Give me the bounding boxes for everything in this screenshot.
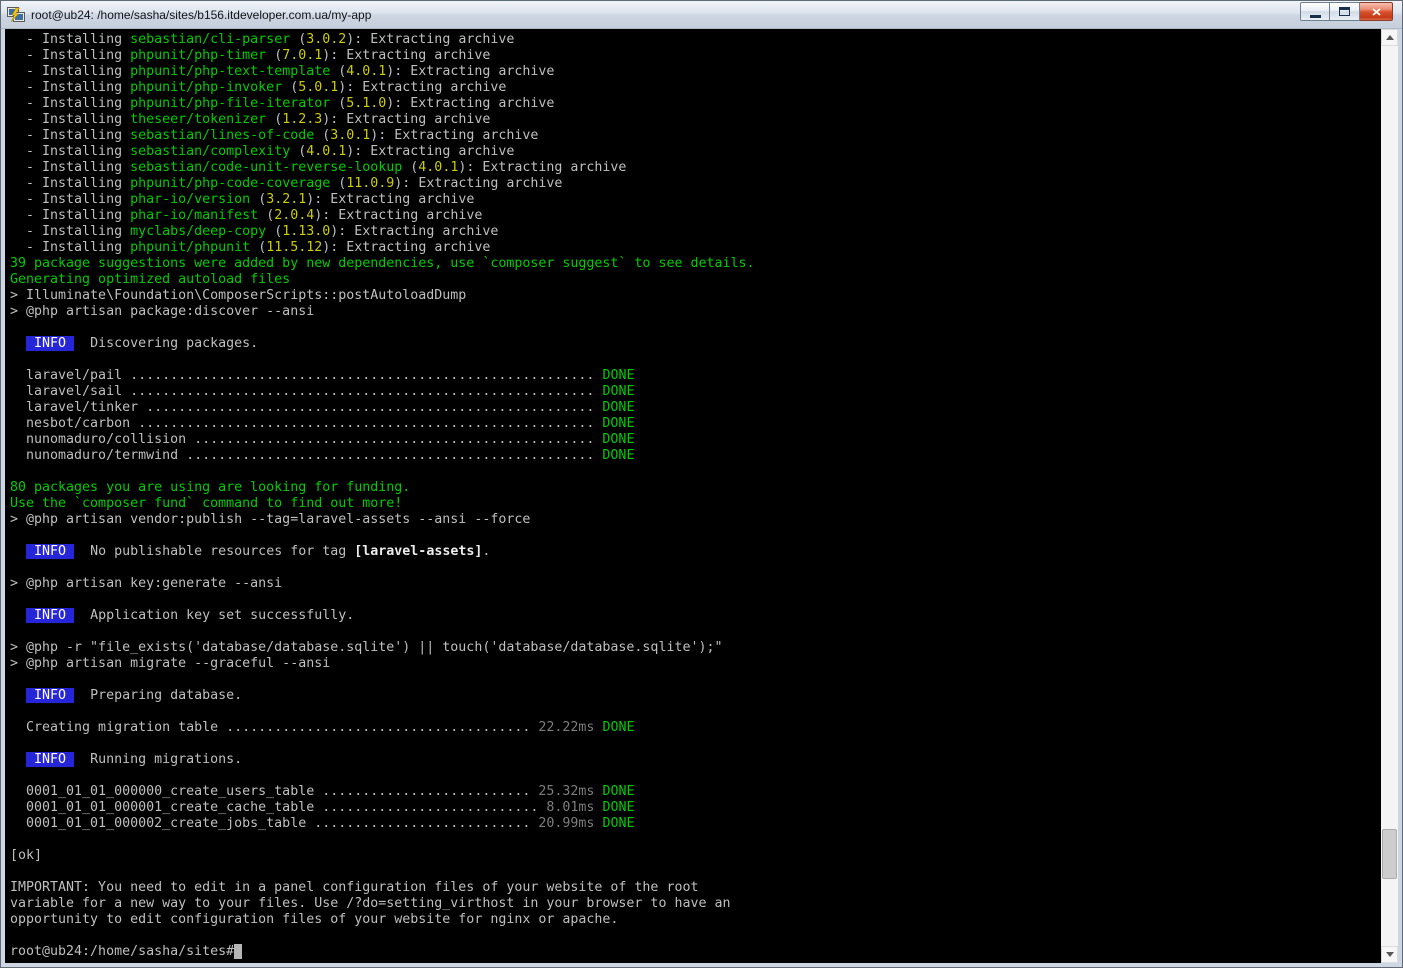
terminal-line: Use the `composer fund` command to find … (10, 496, 1381, 512)
terminal-line: - Installing phar-io/version (3.2.1): Ex… (10, 192, 1381, 208)
terminal-line: - Installing theseer/tokenizer (1.2.3): … (10, 112, 1381, 128)
terminal-line: variable for a new way to your files. Us… (10, 896, 1381, 912)
terminal-line: - Installing sebastian/cli-parser (3.0.2… (10, 32, 1381, 48)
terminal-line (10, 928, 1381, 944)
minimize-button[interactable] (1300, 2, 1330, 21)
scrollbar-track[interactable] (1381, 46, 1398, 946)
terminal-line: nesbot/carbon ..........................… (10, 416, 1381, 432)
terminal-line: 0001_01_01_000001_create_cache_table ...… (10, 800, 1381, 816)
terminal-line: 0001_01_01_000002_create_jobs_table ....… (10, 816, 1381, 832)
terminal-line (10, 704, 1381, 720)
close-button[interactable] (1360, 2, 1393, 21)
terminal-line (10, 352, 1381, 368)
terminal-line: [ok] (10, 848, 1381, 864)
terminal-line: - Installing phar-io/manifest (2.0.4): E… (10, 208, 1381, 224)
terminal-line: Generating optimized autoload files (10, 272, 1381, 288)
terminal-line: - Installing phpunit/php-file-iterator (… (10, 96, 1381, 112)
down-arrow-icon (1386, 952, 1394, 957)
terminal-line (10, 672, 1381, 688)
terminal-line (10, 864, 1381, 880)
terminal-line (10, 736, 1381, 752)
terminal-line (10, 560, 1381, 576)
terminal-line: opportunity to edit configuration files … (10, 912, 1381, 928)
maximize-icon (1339, 7, 1350, 16)
terminal-line: INFO Application key set successfully. (10, 608, 1381, 624)
terminal-line: nunomaduro/termwind ....................… (10, 448, 1381, 464)
scrollbar[interactable] (1381, 29, 1398, 963)
close-icon (1372, 8, 1381, 16)
window-title: root@ub24: /home/sasha/sites/b156.itdeve… (31, 8, 1300, 22)
terminal-line (10, 592, 1381, 608)
terminal-line: - Installing myclabs/deep-copy (1.13.0):… (10, 224, 1381, 240)
terminal-line: INFO Discovering packages. (10, 336, 1381, 352)
terminal-line (10, 464, 1381, 480)
terminal-line (10, 832, 1381, 848)
scrollbar-up-button[interactable] (1381, 29, 1398, 46)
terminal-line: INFO Running migrations. (10, 752, 1381, 768)
terminal-line: - Installing sebastian/code-unit-reverse… (10, 160, 1381, 176)
window-body: - Installing sebastian/cli-parser (3.0.2… (1, 29, 1402, 967)
terminal-line (10, 320, 1381, 336)
terminal-line: INFO Preparing database. (10, 688, 1381, 704)
terminal-line: - Installing phpunit/php-timer (7.0.1): … (10, 48, 1381, 64)
terminal-line: Creating migration table ...............… (10, 720, 1381, 736)
terminal-line: - Installing sebastian/complexity (4.0.1… (10, 144, 1381, 160)
terminal-line: 0001_01_01_000000_create_users_table ...… (10, 784, 1381, 800)
terminal-line: - Installing phpunit/phpunit (11.5.12): … (10, 240, 1381, 256)
terminal-line: laravel/sail ...........................… (10, 384, 1381, 400)
maximize-button[interactable] (1330, 2, 1360, 21)
terminal-line: > @php -r "file_exists('database/databas… (10, 640, 1381, 656)
terminal-line: > @php artisan key:generate --ansi (10, 576, 1381, 592)
titlebar[interactable]: root@ub24: /home/sasha/sites/b156.itdeve… (1, 1, 1402, 29)
terminal-line (10, 528, 1381, 544)
terminal-line: - Installing phpunit/php-code-coverage (… (10, 176, 1381, 192)
terminal-line: > @php artisan package:discover --ansi (10, 304, 1381, 320)
up-arrow-icon (1386, 35, 1394, 40)
terminal-window: root@ub24: /home/sasha/sites/b156.itdeve… (0, 0, 1403, 968)
terminal-line (10, 768, 1381, 784)
terminal-line: - Installing phpunit/php-text-template (… (10, 64, 1381, 80)
window-controls (1300, 2, 1393, 21)
terminal-line: laravel/pail ...........................… (10, 368, 1381, 384)
terminal-line: nunomaduro/collision ...................… (10, 432, 1381, 448)
scrollbar-down-button[interactable] (1381, 946, 1398, 963)
putty-app-icon (7, 7, 25, 23)
terminal-line: > @php artisan vendor:publish --tag=lara… (10, 512, 1381, 528)
terminal-line: laravel/tinker .........................… (10, 400, 1381, 416)
terminal-line: 39 package suggestions were added by new… (10, 256, 1381, 272)
terminal-line: - Installing sebastian/lines-of-code (3.… (10, 128, 1381, 144)
minimize-icon (1310, 15, 1321, 18)
terminal-line (10, 624, 1381, 640)
terminal-output[interactable]: - Installing sebastian/cli-parser (3.0.2… (5, 29, 1381, 963)
terminal-line: > @php artisan migrate --graceful --ansi (10, 656, 1381, 672)
terminal-line: IMPORTANT: You need to edit in a panel c… (10, 880, 1381, 896)
terminal-line: 80 packages you are using are looking fo… (10, 480, 1381, 496)
terminal-line: INFO No publishable resources for tag [l… (10, 544, 1381, 560)
terminal-line: > Illuminate\Foundation\ComposerScripts:… (10, 288, 1381, 304)
terminal-line: - Installing phpunit/php-invoker (5.0.1)… (10, 80, 1381, 96)
scrollbar-thumb[interactable] (1382, 829, 1397, 879)
terminal-line: root@ub24:/home/sasha/sites# (10, 944, 1381, 960)
